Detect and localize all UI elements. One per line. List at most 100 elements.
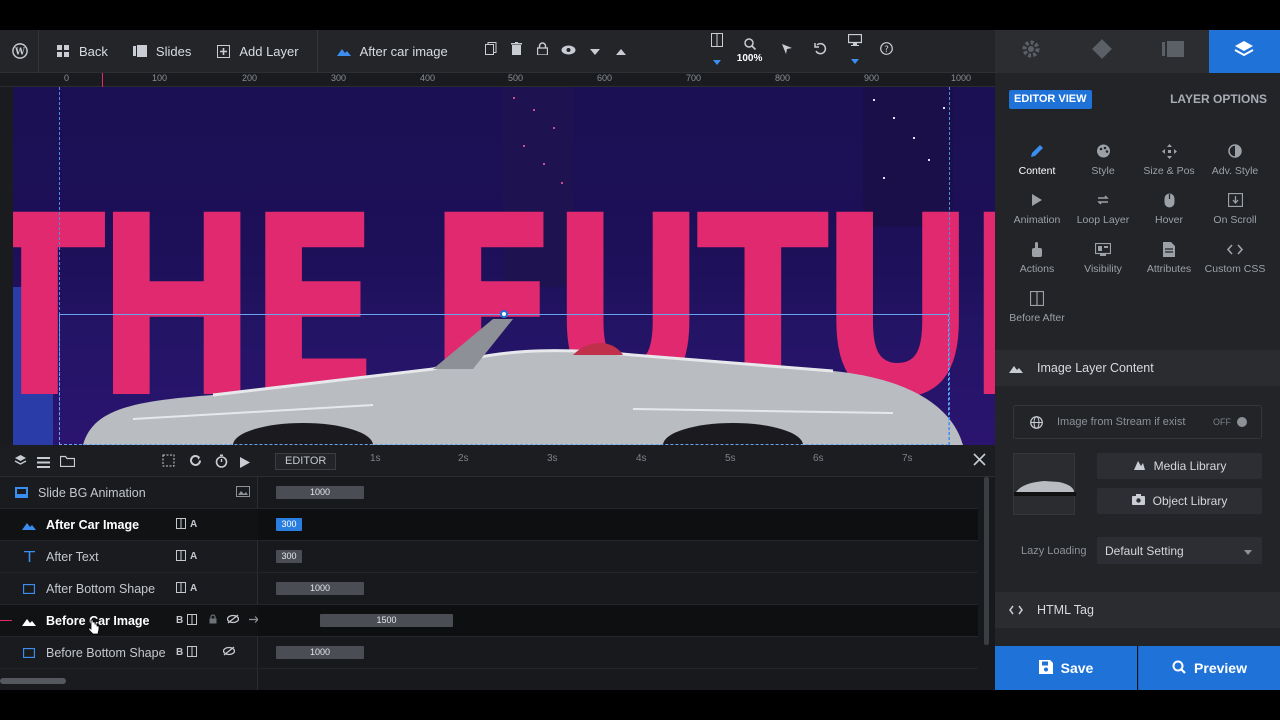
option-animation[interactable]: Animation xyxy=(1004,190,1070,226)
add-layer-button[interactable]: Add Layer xyxy=(203,30,316,73)
duration-bar[interactable]: 300 xyxy=(276,550,302,563)
before-after-toggle[interactable] xyxy=(704,30,730,73)
time-mark: 5s xyxy=(725,453,736,464)
layer-row-after-car-image[interactable]: After Car Image A xyxy=(0,509,258,541)
layer-row-after-text[interactable]: After Text A xyxy=(0,541,258,573)
layer-name: After Text xyxy=(46,549,99,564)
fit-button[interactable] xyxy=(162,454,175,472)
option-label: Custom CSS xyxy=(1204,263,1266,275)
slide-canvas[interactable]: THE FUTURE xyxy=(13,87,995,445)
lock-button[interactable] xyxy=(530,30,556,73)
option-label: Before After xyxy=(1009,312,1065,324)
save-button[interactable]: Save xyxy=(995,646,1137,690)
delete-button[interactable] xyxy=(504,30,530,73)
folder-button[interactable] xyxy=(59,454,76,472)
option-content[interactable]: Content xyxy=(1004,141,1070,177)
layer-badges: A xyxy=(176,517,198,532)
slides-button[interactable]: Slides xyxy=(120,30,203,73)
vertical-scrollbar[interactable] xyxy=(984,477,989,645)
lock-icon[interactable] xyxy=(209,614,217,627)
stopwatch-icon xyxy=(215,454,228,472)
current-layer-indicator[interactable]: After car image xyxy=(318,30,478,73)
stream-toggle[interactable]: OFF xyxy=(1213,417,1247,427)
save-label: Save xyxy=(1060,660,1094,676)
option-label: Loop Layer xyxy=(1076,214,1130,226)
move-up-button[interactable] xyxy=(608,30,634,73)
list-view-button[interactable] xyxy=(37,455,50,473)
zoom-control[interactable]: 100% xyxy=(730,30,770,73)
option-loop-layer[interactable]: Loop Layer xyxy=(1070,190,1136,226)
add-layer-icon xyxy=(215,43,231,59)
option-custom-css[interactable]: Custom CSS xyxy=(1202,239,1268,275)
zoom-icon xyxy=(743,38,756,53)
rotate-handle[interactable] xyxy=(500,310,508,318)
tab-slider-settings[interactable] xyxy=(995,30,1066,73)
help-icon: ? xyxy=(880,42,893,60)
timeline-lane: 300 xyxy=(258,509,978,541)
city-light xyxy=(533,109,535,111)
layers-toggle-button[interactable] xyxy=(14,454,27,472)
option-style[interactable]: Style xyxy=(1070,141,1136,177)
duplicate-button[interactable] xyxy=(478,30,504,73)
ruler-tick: 1000 xyxy=(951,73,972,83)
layers-icon xyxy=(1234,40,1254,63)
option-before-after[interactable]: Before After xyxy=(1004,288,1070,324)
hand-icon xyxy=(1004,239,1070,259)
editor-mode-label[interactable]: EDITOR xyxy=(275,453,337,470)
eye-hidden-icon[interactable] xyxy=(227,614,240,627)
option-hover[interactable]: Hover xyxy=(1136,190,1202,226)
time-mark: 4s xyxy=(636,453,647,464)
duration-bar[interactable]: 1000 xyxy=(276,582,364,595)
contrast-icon xyxy=(1202,141,1268,161)
image-thumbnail[interactable] xyxy=(1013,453,1076,515)
undo-button[interactable] xyxy=(804,30,838,73)
folder-icon xyxy=(59,454,76,471)
visibility-icon xyxy=(1070,239,1136,259)
layer-row-after-bottom-shape[interactable]: After Bottom Shape A xyxy=(0,573,258,605)
before-after-icon xyxy=(176,517,186,532)
visibility-button[interactable] xyxy=(556,30,582,73)
lazy-loading-select[interactable]: Default Setting xyxy=(1097,537,1262,564)
preview-button[interactable]: Preview xyxy=(1138,646,1280,690)
tab-layer-options[interactable] xyxy=(1208,30,1280,73)
image-layer-content-header[interactable]: Image Layer Content xyxy=(995,350,1280,386)
help-button[interactable]: ? xyxy=(872,30,902,73)
play-button[interactable] xyxy=(240,455,250,473)
option-on-scroll[interactable]: On Scroll xyxy=(1202,190,1268,226)
option-actions[interactable]: Actions xyxy=(1004,239,1070,275)
tab-navigation[interactable] xyxy=(1066,30,1137,73)
floppy-disk-icon xyxy=(1038,659,1053,677)
duration-bar[interactable]: 1000 xyxy=(276,646,364,659)
option-size-pos[interactable]: Size & Pos xyxy=(1136,141,1202,177)
duration-bar[interactable]: 300 xyxy=(276,518,302,531)
media-library-label: Media Library xyxy=(1153,459,1227,473)
html-tag-header[interactable]: HTML Tag xyxy=(995,592,1280,628)
layer-row-slide-bg[interactable]: Slide BG Animation xyxy=(0,477,258,509)
ruler-tick: 600 xyxy=(597,73,613,83)
option-attributes[interactable]: Attributes xyxy=(1136,239,1202,275)
media-library-button[interactable]: Media Library xyxy=(1097,453,1262,479)
timer-button[interactable] xyxy=(215,454,228,473)
dropdown-marker-icon xyxy=(850,51,859,69)
option-visibility[interactable]: Visibility xyxy=(1070,239,1136,275)
object-library-button[interactable]: Object Library xyxy=(1097,488,1262,514)
option-adv-style[interactable]: Adv. Style xyxy=(1202,141,1268,177)
wordpress-logo-button[interactable]: W xyxy=(0,30,38,73)
city-light xyxy=(873,99,875,101)
device-button[interactable] xyxy=(838,30,872,73)
eye-hidden-icon[interactable] xyxy=(223,646,236,659)
back-button[interactable]: Back xyxy=(39,30,120,73)
move-down-button[interactable] xyxy=(582,30,608,73)
pointer-button[interactable] xyxy=(770,30,804,73)
tab-slide-options[interactable] xyxy=(1138,30,1209,73)
close-timeline-button[interactable] xyxy=(973,453,986,471)
layer-row-before-car-image[interactable]: Before Car Image B xyxy=(0,605,261,637)
editor-view-badge[interactable]: EDITOR VIEW xyxy=(1009,90,1092,109)
layer-row-before-bottom-shape[interactable]: Before Bottom Shape B xyxy=(0,637,258,669)
horizontal-scrollbar[interactable] xyxy=(0,678,66,684)
rewind-button[interactable] xyxy=(189,454,202,472)
layer-name: After Bottom Shape xyxy=(46,581,156,596)
duration-bar[interactable]: 1500 xyxy=(320,614,453,627)
view-badge: A xyxy=(190,519,198,530)
duration-bar[interactable]: 1000 xyxy=(276,486,364,499)
